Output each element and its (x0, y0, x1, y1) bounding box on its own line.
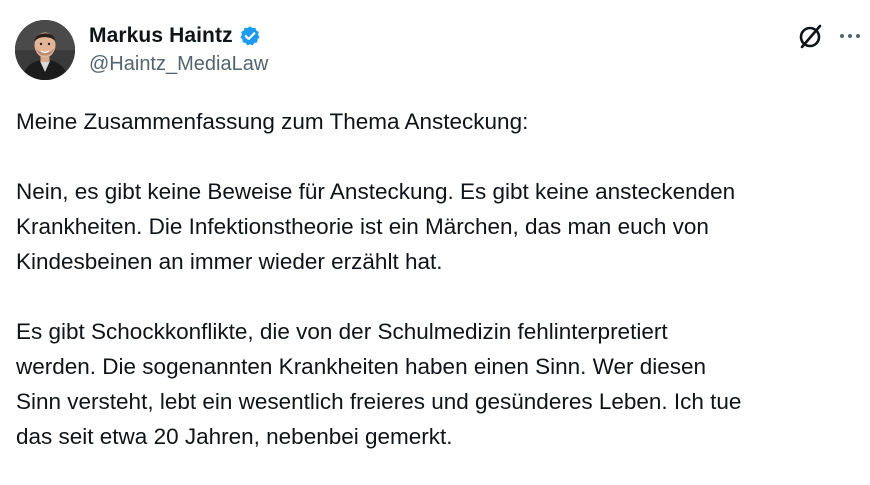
avatar-image (15, 20, 75, 80)
tweet-line: Kindesbeinen an immer wieder erzählt hat… (16, 249, 443, 274)
tweet-line: Krankheiten. Die Infektionstheorie ist e… (16, 214, 709, 239)
author-name-row: Markus Haintz (89, 22, 261, 50)
grok-icon[interactable] (796, 22, 826, 52)
tweet: Markus Haintz @Haintz_MediaLaw Meine Zus… (0, 0, 870, 485)
tweet-line: Nein, es gibt keine Beweise für Anstecku… (16, 179, 736, 204)
more-options-icon[interactable] (838, 26, 862, 46)
avatar[interactable] (15, 20, 75, 80)
verified-badge-icon[interactable] (239, 25, 261, 47)
author-handle[interactable]: @Haintz_MediaLaw (89, 53, 268, 76)
tweet-line: Es gibt Schockkonflikte, die von der Sch… (16, 319, 668, 344)
tweet-line: Sinn versteht, lebt ein wesentlich freie… (16, 389, 742, 414)
tweet-text: Meine Zusammenfassung zum Thema Anstecku… (16, 104, 861, 454)
author-display-name[interactable]: Markus Haintz (89, 24, 233, 48)
tweet-line: das seit etwa 20 Jahren, nebenbei gemerk… (16, 424, 453, 449)
tweet-line: Meine Zusammenfassung zum Thema Anstecku… (16, 109, 529, 134)
tweet-line: werden. Die sogenannten Krankheiten habe… (16, 354, 707, 379)
